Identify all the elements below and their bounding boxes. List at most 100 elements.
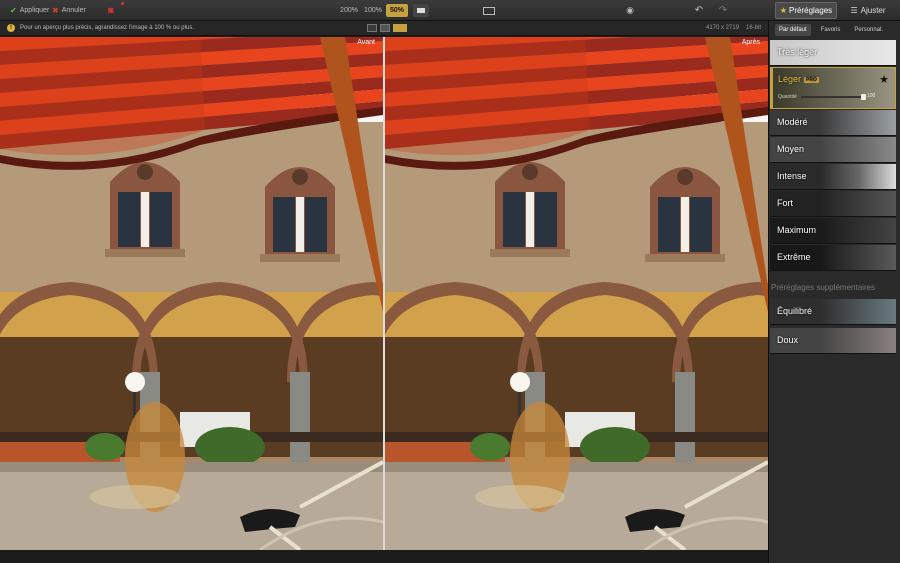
before-curb	[0, 462, 383, 472]
after-window-rosette-0	[522, 164, 538, 180]
zoom-fit-button[interactable]	[413, 4, 429, 17]
app-window: ✔ Appliquer ✖ Annuler ◙ 200% 100% 50% ◉ …	[0, 0, 900, 563]
before-window-sill-1	[260, 254, 340, 262]
after-pillar-1	[675, 372, 695, 462]
presets-tab[interactable]: ★ Préréglages	[775, 2, 837, 19]
sliders-icon: ☰	[850, 6, 858, 15]
mask-button[interactable]: ◙	[102, 3, 120, 18]
subtab-default[interactable]: Par défaut	[775, 24, 811, 36]
subtab-custom[interactable]: Personnal.	[850, 24, 887, 36]
after-window-pane-1a	[658, 197, 680, 252]
preset-moyen[interactable]: Moyen	[770, 137, 896, 163]
preset-label: Fort	[777, 198, 794, 208]
before-awning-shade	[0, 37, 205, 156]
before-bicycle-blur	[90, 485, 180, 509]
after-pane[interactable]: Après	[385, 37, 768, 550]
preset-extreme[interactable]: Extrême	[770, 245, 896, 271]
amount-label: Quantité	[778, 94, 797, 100]
bottom-strip	[0, 550, 768, 563]
after-window-pane-0b	[535, 192, 557, 247]
cross-icon: ✖	[52, 6, 59, 15]
bit-depth: 16-bit	[746, 25, 762, 31]
amount-slider-thumb[interactable]	[861, 94, 866, 100]
after-label: Après	[741, 39, 760, 46]
preview-toggle-button[interactable]: ◉	[622, 3, 638, 18]
preset-tres-leger[interactable]: Très léger	[770, 40, 896, 66]
before-street-lamp	[125, 372, 145, 392]
apply-label: Appliquer	[19, 7, 50, 14]
before-plants	[195, 427, 265, 467]
zoom-50-button[interactable]: 50%	[386, 4, 408, 17]
after-plants-left	[470, 433, 510, 461]
before-plants-left	[85, 433, 125, 461]
preset-label: Très léger	[777, 47, 818, 57]
before-window-pane-0b	[150, 192, 172, 247]
after-window-column-0	[526, 192, 534, 247]
preset-fort[interactable]: Fort	[770, 191, 896, 217]
zoom-100-button[interactable]: 100%	[362, 4, 384, 17]
info-bar: ! Pour un aperçu plus précis, agrandisse…	[0, 21, 768, 36]
redo-button[interactable]: ↷	[716, 3, 730, 18]
cancel-label: Annuler	[61, 7, 86, 14]
before-label: Avant	[357, 39, 375, 46]
amount-value: 100	[867, 93, 876, 99]
after-window-rosette-1	[677, 169, 693, 185]
split-view-icon	[483, 6, 495, 15]
before-window-pane-0a	[118, 192, 140, 247]
after-pavement	[385, 462, 768, 550]
apply-button[interactable]: ✔ Appliquer	[10, 3, 49, 18]
after-street-lamp	[510, 372, 530, 392]
after-window-sill-1	[645, 254, 725, 262]
view-split-button[interactable]	[393, 24, 407, 32]
star-icon: ★	[779, 6, 788, 15]
mask-indicator-dot	[121, 2, 124, 5]
preset-leger[interactable]: Léger PRO ★ Quantité 100	[770, 67, 896, 109]
split-view-button[interactable]	[480, 3, 498, 18]
before-window-rosette-0	[137, 164, 153, 180]
cancel-button[interactable]: ✖ Annuler	[52, 3, 86, 18]
image-dimensions: 4170 x 2719	[706, 25, 740, 31]
redo-arrow-icon: ↷	[718, 5, 728, 16]
photo-before	[0, 37, 383, 550]
before-pillar-1	[290, 372, 310, 462]
preset-label: Extrême	[777, 252, 811, 262]
undo-button[interactable]: ↶	[692, 3, 706, 18]
before-pavement	[0, 462, 383, 550]
mask-icon: ◙	[108, 5, 114, 15]
amount-slider[interactable]	[801, 94, 866, 100]
adjust-tab[interactable]: ☰ Ajuster	[840, 2, 896, 19]
eye-icon: ◉	[626, 5, 634, 15]
preset-label: Léger PRO	[778, 74, 819, 84]
preset-label: Moyen	[777, 144, 805, 154]
presets-sidebar: Par défaut Favoris Personnal. Très léger…	[768, 21, 900, 563]
after-awning-shade	[385, 37, 590, 156]
preset-label: Intense	[777, 171, 807, 181]
preset-label: Équilibré	[777, 306, 813, 316]
pro-badge: PRO	[804, 76, 819, 83]
before-window-sill-0	[105, 249, 185, 257]
before-window-rosette-1	[292, 169, 308, 185]
preset-equilibre[interactable]: Équilibré	[770, 299, 896, 325]
preset-modere[interactable]: Modéré	[770, 110, 896, 136]
check-icon: ✔	[10, 6, 17, 15]
before-window-pane-1b	[305, 197, 327, 252]
preset-intense[interactable]: Intense	[770, 164, 896, 190]
view-side-by-side-button[interactable]	[380, 24, 390, 32]
preset-maximum[interactable]: Maximum	[770, 218, 896, 244]
before-pane[interactable]: Avant	[0, 37, 383, 550]
amount-slider-fill	[801, 96, 863, 98]
preset-doux[interactable]: Doux	[770, 328, 896, 354]
adjust-tab-label: Ajuster	[860, 6, 886, 15]
favorite-star-icon[interactable]: ★	[879, 73, 889, 86]
top-toolbar: ✔ Appliquer ✖ Annuler ◙ 200% 100% 50% ◉ …	[0, 0, 900, 21]
after-window-sill-0	[490, 249, 570, 257]
view-single-button[interactable]	[367, 24, 377, 32]
subtab-favorites[interactable]: Favoris	[817, 24, 845, 36]
zoom-200-button[interactable]: 200%	[338, 4, 360, 17]
after-bicycle-blur	[475, 485, 565, 509]
photo-after	[385, 37, 768, 550]
after-window-pane-1b	[690, 197, 712, 252]
before-window-column-1	[296, 197, 304, 252]
after-window-pane-0a	[503, 192, 525, 247]
preset-subtabs: Par défaut Favoris Personnal.	[769, 21, 900, 39]
